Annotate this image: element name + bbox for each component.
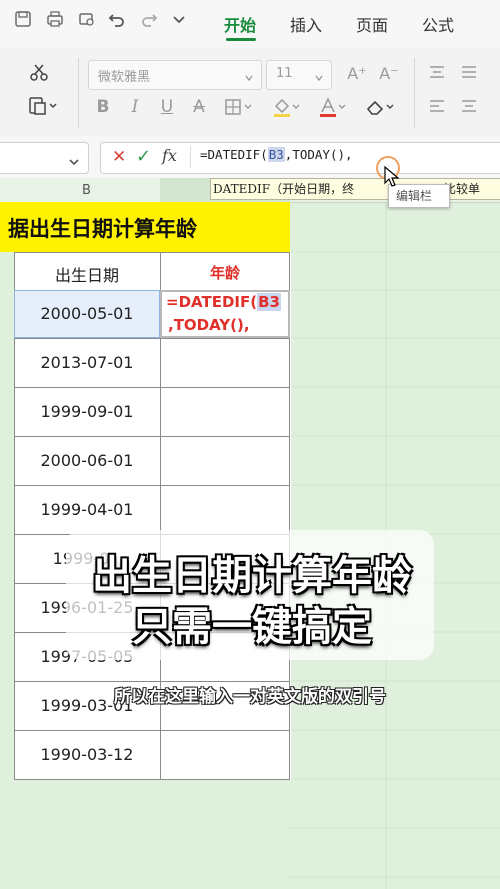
tab-page[interactable]: 页面 xyxy=(356,12,388,36)
save-icon[interactable] xyxy=(12,10,34,32)
font-size-value: 11 xyxy=(276,66,293,81)
table-row[interactable]: 1990-03-12 xyxy=(14,745,160,764)
borders-icon[interactable] xyxy=(224,98,254,120)
chevron-down-icon[interactable] xyxy=(68,152,80,171)
table-row[interactable]: 1999-04-01 xyxy=(14,500,160,519)
cursor-arrow-icon xyxy=(384,165,400,192)
redo-icon[interactable] xyxy=(138,10,160,32)
chevron-down-icon xyxy=(244,68,254,87)
chevron-down-icon xyxy=(314,68,324,87)
table-row[interactable]: 2000-06-01 xyxy=(14,451,160,470)
edit-bar-hint-text: 编辑栏 xyxy=(396,189,433,203)
cut-icon[interactable] xyxy=(28,62,50,84)
table-row[interactable]: 2000-05-01 xyxy=(14,304,160,323)
table-border xyxy=(14,338,290,339)
active-tab-indicator xyxy=(226,38,256,41)
column-header-b[interactable]: B xyxy=(82,183,91,198)
align-left-icon[interactable] xyxy=(428,98,446,118)
undo-icon[interactable] xyxy=(106,10,128,32)
ribbon-separator xyxy=(414,58,415,128)
function-tooltip-text: DATEDIF（开始日期，终 xyxy=(213,182,355,196)
editing-cell-line2: ,TODAY(), xyxy=(168,316,250,334)
confirm-edit-button[interactable]: ✓ xyxy=(136,146,151,167)
tab-home[interactable]: 开始 xyxy=(224,12,256,36)
grow-font-button[interactable]: A⁺ xyxy=(346,63,368,85)
strikethrough-button[interactable]: A xyxy=(188,96,210,118)
font-color-icon[interactable] xyxy=(318,96,348,122)
table-border xyxy=(14,387,290,388)
header-birth-date[interactable]: 出生日期 xyxy=(14,262,160,286)
align-center-icon[interactable] xyxy=(460,98,478,118)
font-name-value: 微软雅黑 xyxy=(98,70,151,85)
formula-prefix: =DATEDIF( xyxy=(200,147,268,162)
tab-insert[interactable]: 插入 xyxy=(290,12,322,36)
bold-button[interactable]: B xyxy=(92,96,114,118)
fill-color-icon[interactable] xyxy=(272,96,302,122)
table-row[interactable]: 1999-09-01 xyxy=(14,402,160,421)
align-top-icon[interactable] xyxy=(428,64,446,84)
print-icon[interactable] xyxy=(44,10,66,32)
chevron-down-icon[interactable] xyxy=(168,10,190,32)
clear-format-icon[interactable] xyxy=(364,96,396,122)
ribbon-separator xyxy=(78,58,79,128)
table-border xyxy=(14,485,290,486)
cancel-edit-button[interactable]: ✕ xyxy=(112,147,126,167)
editing-ref: B3 xyxy=(257,293,281,311)
formula-ref: B3 xyxy=(267,147,285,162)
table-border xyxy=(14,436,290,437)
formula-text: =DATEDIF(B3,TODAY(), xyxy=(200,147,353,162)
italic-button[interactable]: I xyxy=(124,96,146,118)
editing-cell-line1: =DATEDIF(B3 xyxy=(166,293,281,311)
table-border xyxy=(14,730,290,731)
sheet-title: 据出生日期计算年龄 xyxy=(8,217,197,241)
underline-button[interactable]: U xyxy=(156,96,178,118)
formula-separator xyxy=(190,146,191,168)
table-row[interactable]: 2013-07-01 xyxy=(14,353,160,372)
align-middle-icon[interactable] xyxy=(460,64,478,84)
paste-icon[interactable] xyxy=(28,96,57,118)
subtitle: 所以在这里输入一对英文版的双引号 xyxy=(114,687,386,707)
table-border xyxy=(14,252,290,253)
caption-line-1: 出生日期计算年龄 xyxy=(92,553,412,599)
header-age[interactable]: 年龄 xyxy=(160,262,290,283)
caption-line-2: 只需一键搞定 xyxy=(132,604,372,650)
print-preview-icon[interactable] xyxy=(76,10,98,32)
shrink-font-button[interactable]: A⁻ xyxy=(378,63,400,85)
insert-function-button[interactable]: fx xyxy=(162,146,177,165)
formula-suffix: ,TODAY(), xyxy=(284,147,353,162)
editing-prefix: =DATEDIF( xyxy=(166,293,258,311)
tab-formula[interactable]: 公式 xyxy=(422,12,454,36)
table-border xyxy=(14,779,290,780)
